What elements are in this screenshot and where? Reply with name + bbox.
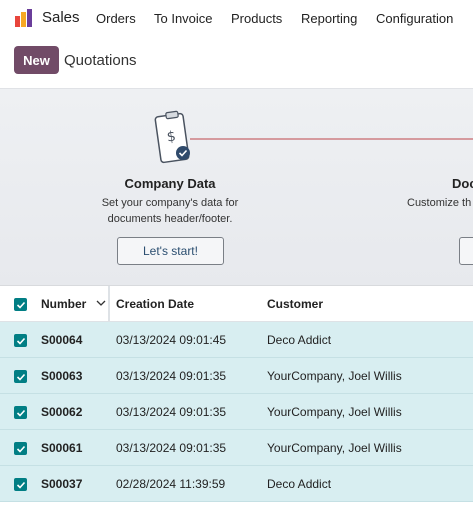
select-all-checkbox[interactable] — [14, 298, 27, 311]
cell-customer: Deco Addict — [267, 333, 332, 347]
onboarding-panel: $ Company Data Set your company's data f… — [0, 88, 473, 286]
check-icon — [16, 445, 25, 453]
cell-creation-date: 02/28/2024 11:39:59 — [116, 477, 226, 491]
cell-number: S00064 — [41, 333, 83, 347]
table-row[interactable]: S00037 02/28/2024 11:39:59 Deco Addict — [0, 466, 473, 502]
new-button[interactable]: New — [14, 46, 59, 74]
check-icon — [16, 373, 25, 381]
nav-configuration[interactable]: Configuration — [376, 11, 453, 26]
row-checkbox[interactable] — [14, 334, 27, 347]
row-checkbox[interactable] — [14, 406, 27, 419]
lets-start-button[interactable]: Let's start! — [117, 237, 224, 265]
table-row[interactable]: S00062 03/13/2024 09:01:35 YourCompany, … — [0, 394, 473, 430]
row-checkbox[interactable] — [14, 442, 27, 455]
step-document-layout-button[interactable] — [459, 237, 473, 265]
cell-creation-date: 03/13/2024 09:01:35 — [116, 405, 227, 419]
column-resize-handle[interactable] — [108, 286, 110, 322]
cell-customer: YourCompany, Joel Willis — [267, 441, 402, 455]
table-header: Number Creation Date Customer — [0, 286, 473, 322]
top-navbar: Sales Orders To Invoice Products Reporti… — [0, 0, 473, 36]
cell-customer: Deco Addict — [267, 477, 332, 491]
app-name[interactable]: Sales — [42, 9, 80, 26]
cell-number: S00061 — [41, 441, 83, 455]
page-title: Quotations — [64, 52, 137, 69]
step-company-data-title: Company Data — [124, 176, 216, 191]
step-document-layout-description: Customize th — [407, 197, 472, 209]
company-data-clipboard-icon: $ — [154, 110, 190, 164]
step-document-layout-title: Doc — [452, 176, 473, 191]
nav-reporting[interactable]: Reporting — [301, 11, 357, 26]
check-icon — [16, 409, 25, 417]
nav-to-invoice[interactable]: To Invoice — [154, 11, 213, 26]
check-icon — [16, 481, 25, 489]
column-header-customer[interactable]: Customer — [267, 297, 323, 311]
nav-products[interactable]: Products — [231, 11, 282, 26]
column-header-creation-date[interactable]: Creation Date — [116, 297, 194, 311]
onboarding-progress-line — [190, 138, 473, 140]
cell-creation-date: 03/13/2024 09:01:35 — [116, 369, 227, 383]
table-row[interactable]: S00061 03/13/2024 09:01:35 YourCompany, … — [0, 430, 473, 466]
row-checkbox[interactable] — [14, 478, 27, 491]
cell-number: S00062 — [41, 405, 83, 419]
chevron-down-icon[interactable] — [95, 296, 107, 310]
cell-customer: YourCompany, Joel Willis — [267, 405, 402, 419]
cell-creation-date: 03/13/2024 09:01:45 — [116, 333, 227, 347]
check-icon — [16, 337, 25, 345]
cell-customer: YourCompany, Joel Willis — [267, 369, 402, 383]
nav-orders[interactable]: Orders — [96, 11, 136, 26]
cell-number: S00063 — [41, 369, 83, 383]
table-row[interactable]: S00064 03/13/2024 09:01:45 Deco Addict — [0, 322, 473, 358]
check-icon — [16, 301, 25, 309]
cell-creation-date: 03/13/2024 09:01:35 — [116, 441, 227, 455]
column-header-number[interactable]: Number — [41, 297, 86, 311]
sales-app-icon[interactable] — [14, 8, 34, 28]
table-row[interactable]: S00063 03/13/2024 09:01:35 YourCompany, … — [0, 358, 473, 394]
step-company-data-description: Set your company's data for — [101, 197, 239, 209]
row-checkbox[interactable] — [14, 370, 27, 383]
cell-number: S00037 — [41, 477, 83, 491]
step-company-data-description: documents header/footer. — [107, 213, 233, 225]
